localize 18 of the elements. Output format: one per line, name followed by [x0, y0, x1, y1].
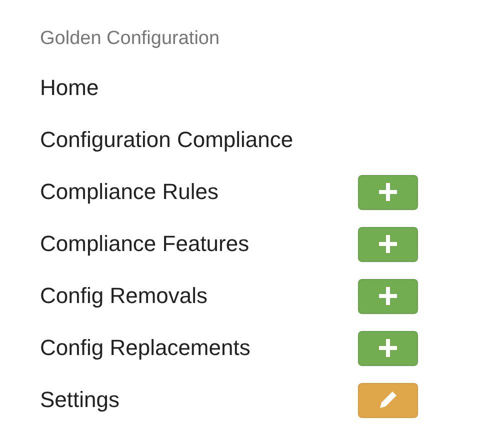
menu-link[interactable]: Compliance Rules [40, 179, 219, 205]
menu-link[interactable]: Configuration Compliance [40, 127, 294, 153]
edit-button[interactable] [358, 382, 418, 418]
add-button[interactable] [358, 226, 418, 262]
menu-link[interactable]: Config Removals [40, 283, 208, 309]
menu-link[interactable]: Compliance Features [40, 231, 250, 257]
plus-icon [379, 287, 397, 305]
menu-link[interactable]: Settings [40, 387, 120, 413]
add-button[interactable] [358, 174, 418, 210]
add-button[interactable] [358, 278, 418, 314]
menu-link[interactable]: Config Replacements [40, 335, 250, 361]
pencil-icon [378, 390, 398, 410]
plus-icon [379, 339, 397, 357]
plus-icon [379, 183, 397, 201]
menu-heading: Golden Configuration [40, 27, 221, 51]
plus-icon [379, 235, 397, 253]
menu-link[interactable]: Home [40, 75, 99, 101]
add-button[interactable] [358, 330, 418, 366]
